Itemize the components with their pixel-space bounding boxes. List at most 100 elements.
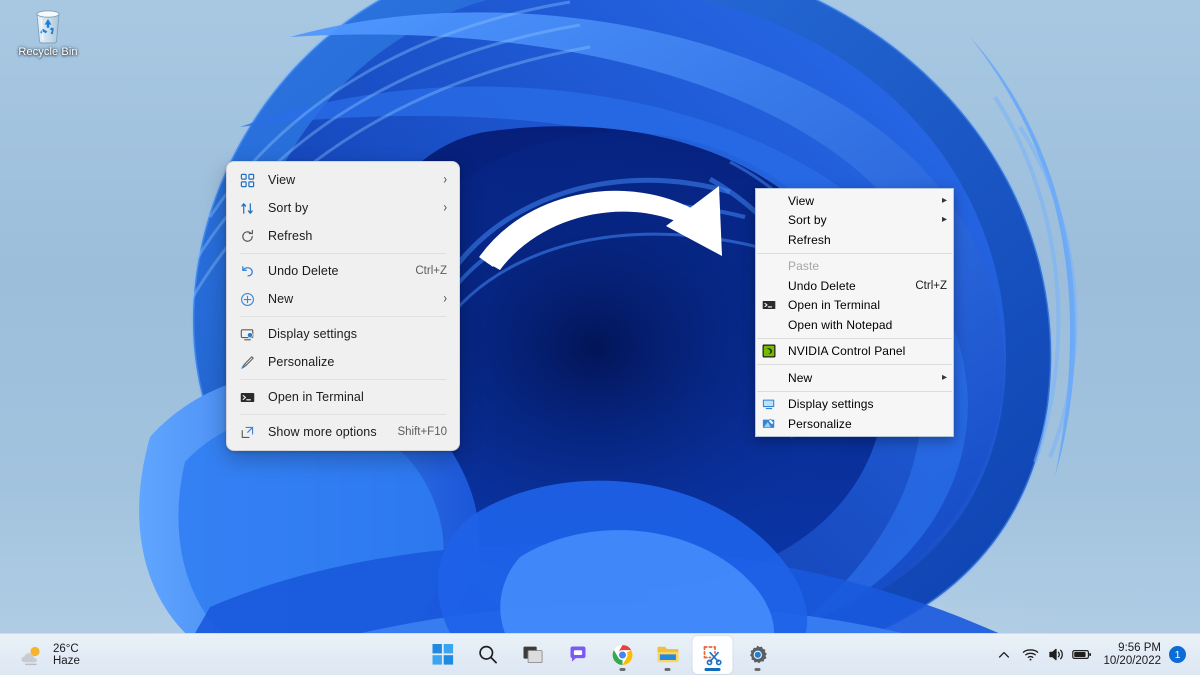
blank-icon-slot (761, 317, 777, 333)
task-view-icon (522, 644, 543, 665)
menu-item-label: Undo Delete (268, 264, 407, 278)
show-more-options-icon (238, 423, 257, 442)
snipping-tool-button[interactable] (693, 636, 733, 674)
classic-menu-item-display-settings[interactable]: Display settings (756, 395, 953, 415)
app-running-indicator (620, 668, 626, 671)
classic-menu-item-personalize[interactable]: Personalize (756, 414, 953, 434)
terminal-icon (761, 297, 777, 313)
brush-icon (238, 353, 257, 372)
chevron-right-icon: ▸ (942, 215, 947, 225)
menu-item-label: New (268, 292, 435, 306)
menu-separator (240, 379, 446, 380)
classic-menu-item-open-with-notepad[interactable]: Open with Notepad (756, 315, 953, 335)
menu-item-accelerator: Shift+F10 (397, 426, 447, 438)
menu-separator (757, 364, 952, 365)
chevron-right-icon: › (443, 292, 447, 306)
battery-icon[interactable] (1069, 640, 1095, 670)
task-view-button[interactable] (513, 636, 553, 674)
search-button[interactable] (468, 636, 508, 674)
classic-menu-item-sort-by[interactable]: Sort by ▸ (756, 211, 953, 231)
classic-menu-item-paste: Paste (756, 257, 953, 277)
grid-view-icon (238, 171, 257, 190)
speaker-icon[interactable] (1043, 640, 1069, 670)
menu-separator (757, 253, 952, 254)
menu-item-label: View (268, 173, 435, 187)
taskbar-app-buttons[interactable] (423, 634, 778, 675)
menu-separator (240, 414, 446, 415)
gear-icon (747, 644, 769, 666)
classic-menu-item-new[interactable]: New ▸ (756, 368, 953, 388)
monitor-icon (761, 396, 777, 412)
classic-menu-item-refresh[interactable]: Refresh (756, 230, 953, 250)
classic-menu-item-open-in-terminal[interactable]: Open in Terminal (756, 296, 953, 316)
plus-circle-icon (238, 290, 257, 309)
menu-item-new[interactable]: New › (230, 285, 456, 313)
menu-item-label: Display settings (268, 327, 447, 341)
menu-item-open-in-terminal[interactable]: Open in Terminal (230, 383, 456, 411)
chevron-right-icon: › (443, 201, 447, 215)
menu-item-label: Refresh (788, 233, 947, 247)
notification-badge[interactable]: 1 (1169, 646, 1186, 663)
menu-separator (757, 338, 952, 339)
classic-menu-item-view[interactable]: View ▸ (756, 191, 953, 211)
menu-separator (757, 391, 952, 392)
classic-menu-item-undo-delete[interactable]: Undo Delete Ctrl+Z (756, 276, 953, 296)
menu-item-undo-delete[interactable]: Undo Delete Ctrl+Z (230, 257, 456, 285)
windows-11-context-menu[interactable]: View › Sort by › Refresh (226, 161, 460, 451)
file-explorer-button[interactable] (648, 636, 688, 674)
menu-item-label: View (788, 194, 934, 208)
menu-item-view[interactable]: View › (230, 166, 456, 194)
weather-condition: Haze (53, 655, 80, 667)
windows-logo-icon (432, 644, 453, 665)
wifi-icon[interactable] (1017, 640, 1043, 670)
menu-item-personalize[interactable]: Personalize (230, 348, 456, 376)
brush-icon (761, 416, 777, 432)
classic-menu-item-nvidia-control-panel[interactable]: NVIDIA Control Panel (756, 342, 953, 362)
menu-item-display-settings[interactable]: Display settings (230, 320, 456, 348)
blank-icon-slot (761, 212, 777, 228)
taskbar-weather-widget[interactable]: 26°C Haze (0, 637, 90, 673)
weather-temperature: 26°C (53, 643, 80, 655)
chevron-right-icon: ▸ (942, 196, 947, 206)
clock-date: 10/20/2022 (1103, 655, 1161, 668)
haze-sun-cloud-icon (20, 644, 46, 666)
clock-time: 9:56 PM (1118, 642, 1161, 655)
menu-item-refresh[interactable]: Refresh (230, 222, 456, 250)
menu-separator (240, 253, 446, 254)
monitor-icon (238, 325, 257, 344)
app-running-indicator (665, 668, 671, 671)
blank-icon-slot (761, 232, 777, 248)
menu-item-label: Display settings (788, 397, 947, 411)
search-icon (477, 644, 498, 665)
refresh-icon (238, 227, 257, 246)
menu-item-label: Personalize (788, 417, 947, 431)
terminal-icon (238, 388, 257, 407)
menu-item-label: Open with Notepad (788, 318, 947, 332)
chat-button[interactable] (558, 636, 598, 674)
taskbar[interactable]: 26°C Haze (0, 633, 1200, 675)
classic-context-menu[interactable]: View ▸ Sort by ▸ Refresh Paste Undo Dele… (755, 188, 954, 437)
chrome-icon (612, 644, 634, 666)
chrome-button[interactable] (603, 636, 643, 674)
menu-item-sort-by[interactable]: Sort by › (230, 194, 456, 222)
menu-item-label: Show more options (268, 425, 389, 439)
curved-arrow-annotation (470, 178, 750, 308)
folder-icon (656, 644, 679, 665)
settings-button[interactable] (738, 636, 778, 674)
chevron-up-icon[interactable] (991, 640, 1017, 670)
menu-item-label: Paste (788, 259, 947, 273)
menu-item-label: Refresh (268, 229, 447, 243)
system-tray[interactable]: 9:56 PM 10/20/2022 1 (991, 634, 1200, 675)
desktop-icon-label: Recycle Bin (18, 46, 77, 58)
desktop[interactable]: Recycle Bin View › (0, 0, 1200, 675)
undo-icon (238, 262, 257, 281)
menu-item-show-more-options[interactable]: Show more options Shift+F10 (230, 418, 456, 446)
desktop-icon-recycle-bin[interactable]: Recycle Bin (6, 6, 90, 68)
blank-icon-slot (761, 193, 777, 209)
menu-item-label: Sort by (268, 201, 435, 215)
blank-icon-slot (761, 278, 777, 294)
chevron-right-icon: ▸ (942, 373, 947, 383)
chat-icon (567, 644, 588, 665)
clock-and-date[interactable]: 9:56 PM 10/20/2022 (1103, 642, 1161, 668)
start-button[interactable] (423, 636, 463, 674)
